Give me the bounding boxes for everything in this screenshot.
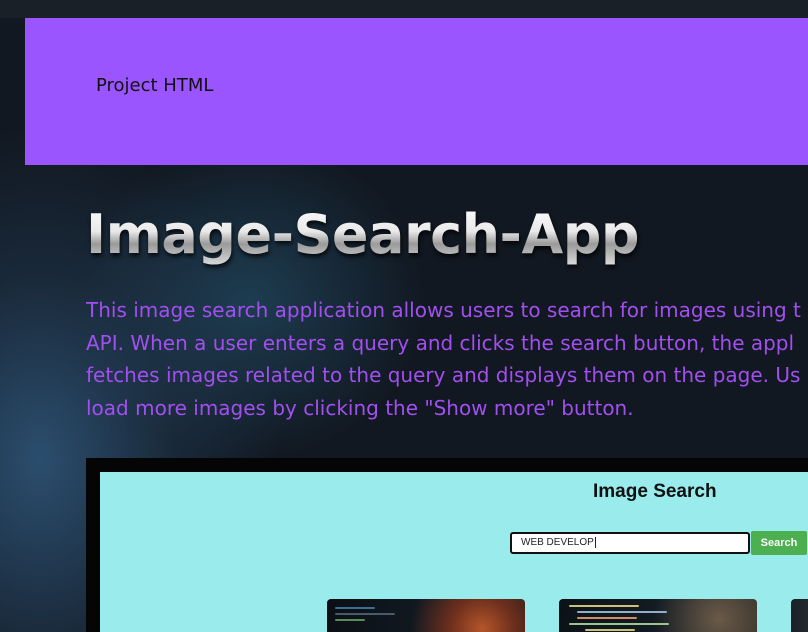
coding-photo-thumbnail [327,599,525,632]
preview-search-value: WEB DEVELOP [521,537,594,548]
description-line: API. When a user enters a query and clic… [86,330,795,355]
page-title: Image-Search-App [86,203,640,266]
code-line [569,623,669,625]
code-line [335,613,395,615]
site-header: Project HTML [25,18,808,165]
code-line [335,619,365,621]
partial-thumbnail [791,599,808,632]
code-line [585,629,635,631]
project-preview-screenshot: Image Search WEB DEVELOP Search [86,458,808,632]
preview-app-screen: Image Search WEB DEVELOP Search [100,472,808,632]
header-title[interactable]: Project HTML [96,75,213,96]
text-caret [594,536,596,548]
description-line: fetches images related to the query and … [86,363,801,387]
code-line [577,617,637,619]
preview-heading: Image Search [593,481,717,502]
code-line [569,605,639,607]
code-line [335,607,375,609]
code-line [577,611,667,613]
browser-top-edge [0,0,808,18]
preview-search-input: WEB DEVELOP [510,532,750,554]
description-line: This image search application allows use… [86,298,801,322]
preview-search-button: Search [751,531,807,555]
project-description: This image search application allows use… [86,294,808,424]
code-screen-thumbnail [559,599,757,632]
description-line: load more images by clicking the "Show m… [86,395,634,420]
